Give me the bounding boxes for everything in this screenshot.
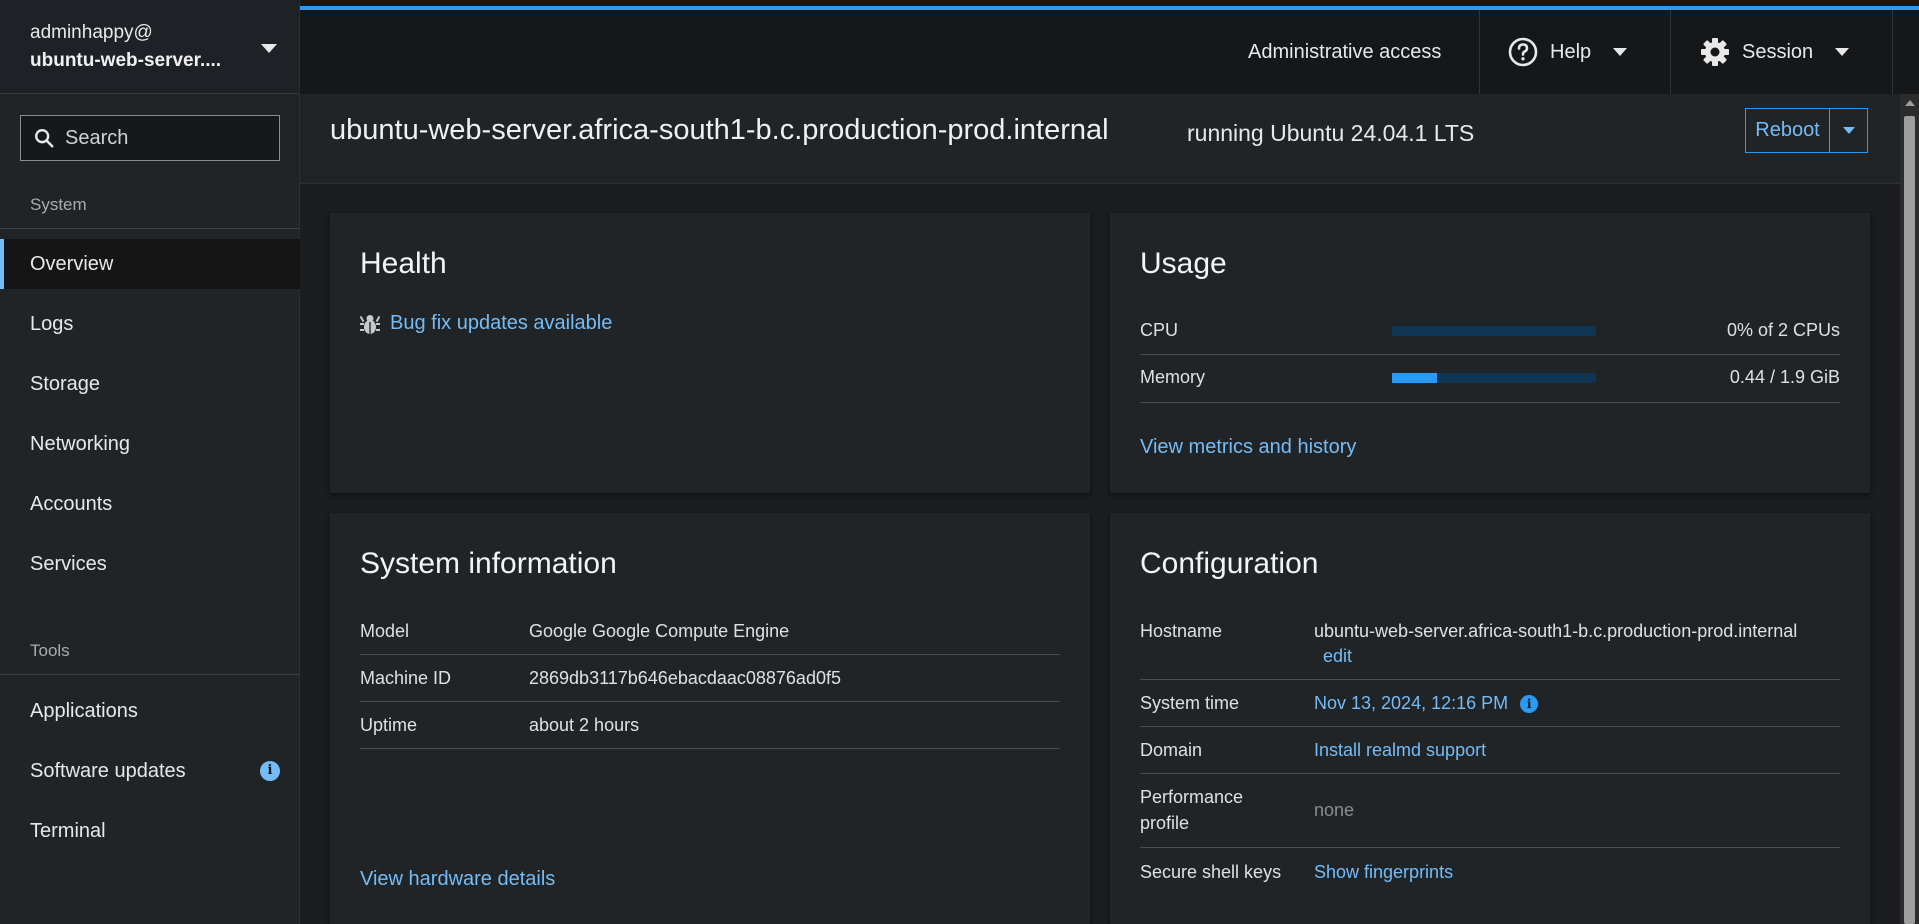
nav-divider xyxy=(0,228,300,229)
system-information-card: System information Model Google Google C… xyxy=(330,513,1090,924)
sidebar-item-software-updates[interactable]: Software updates i xyxy=(0,746,300,796)
masthead-accent xyxy=(300,6,1919,10)
updates-available-row: Bug fix updates available xyxy=(360,312,612,335)
row-divider xyxy=(360,748,1060,749)
search-input[interactable] xyxy=(65,126,265,150)
hostname-value: ubuntu-web-server.africa-south1-b.c.prod… xyxy=(1314,621,1798,641)
model-label: Model xyxy=(360,621,410,641)
show-fingerprints-link[interactable]: Show fingerprints xyxy=(1314,862,1453,883)
session-button[interactable]: Session xyxy=(1700,10,1850,94)
scroll-thumb[interactable] xyxy=(1904,116,1915,924)
row-divider xyxy=(1140,773,1840,774)
row-divider xyxy=(1140,679,1840,680)
host-user: adminhappy@ xyxy=(30,22,153,43)
memory-label: Memory xyxy=(1140,367,1206,387)
memory-usage-bar xyxy=(1392,373,1596,383)
masthead-divider xyxy=(1479,10,1480,94)
app-root: adminhappy@ ubuntu-web-server.... System… xyxy=(0,0,1919,924)
usage-title: Usage xyxy=(1140,247,1227,280)
search-box[interactable] xyxy=(20,115,280,161)
cpu-usage-bar xyxy=(1392,326,1596,336)
memory-usage-fill xyxy=(1392,373,1437,383)
sidebar-item-terminal[interactable]: Terminal xyxy=(0,806,300,856)
model-value: Google Google Compute Engine xyxy=(529,621,790,641)
hostname-edit-link[interactable]: edit xyxy=(1323,646,1352,667)
sidebar-item-services[interactable]: Services xyxy=(0,539,300,589)
nav-section-system: System xyxy=(30,195,87,214)
sidebar-item-overview[interactable]: Overview xyxy=(0,239,300,289)
nav-section-tools: Tools xyxy=(30,641,70,660)
view-hardware-details-link[interactable]: View hardware details xyxy=(360,868,555,891)
sidebar-item-label: Software updates xyxy=(30,760,186,782)
gear-icon xyxy=(1701,38,1729,66)
uptime-label: Uptime xyxy=(360,715,418,735)
system-time-link[interactable]: Nov 13, 2024, 12:16 PM xyxy=(1314,693,1508,714)
row-divider xyxy=(360,701,1060,702)
system-time-label: System time xyxy=(1140,693,1240,713)
row-divider xyxy=(360,654,1060,655)
sidebar: adminhappy@ ubuntu-web-server.... System… xyxy=(0,0,300,924)
sidebar-item-networking[interactable]: Networking xyxy=(0,419,300,469)
reboot-split-button: Reboot xyxy=(1745,108,1868,153)
row-divider xyxy=(1140,726,1840,727)
host-switcher[interactable]: adminhappy@ ubuntu-web-server.... xyxy=(0,0,299,94)
cpu-value: 0% of 2 CPUs xyxy=(1726,320,1840,340)
configuration-title: Configuration xyxy=(1140,547,1319,580)
install-realmd-link[interactable]: Install realmd support xyxy=(1314,740,1486,761)
system-time-row: Nov 13, 2024, 12:16 PM i xyxy=(1314,693,1539,714)
hostname-label: Hostname xyxy=(1140,621,1223,641)
system-information-title: System information xyxy=(360,547,617,580)
memory-value: 0.44 / 1.9 GiB xyxy=(1729,367,1840,387)
row-divider xyxy=(1140,354,1840,355)
help-button[interactable]: Help xyxy=(1508,10,1628,94)
administrative-access-button[interactable]: Administrative access xyxy=(1248,10,1441,94)
sidebar-item-logs[interactable]: Logs xyxy=(0,299,300,349)
reboot-menu-toggle[interactable] xyxy=(1829,109,1867,152)
masthead-divider xyxy=(1892,10,1893,94)
chevron-down-icon xyxy=(1613,48,1628,56)
os-subtitle: running Ubuntu 24.04.1 LTS xyxy=(1187,120,1475,146)
uptime-value: about 2 hours xyxy=(529,715,640,735)
health-card: Health Bug fix updates available xyxy=(330,213,1090,493)
machine-id-label: Machine ID xyxy=(360,668,452,688)
health-title: Health xyxy=(360,247,447,280)
domain-label: Domain xyxy=(1140,740,1203,760)
help-icon xyxy=(1508,37,1538,67)
bug-icon xyxy=(360,314,380,334)
masthead-divider xyxy=(1670,10,1671,94)
nav-divider xyxy=(0,674,300,675)
chevron-down-icon xyxy=(1835,48,1850,56)
host-name: ubuntu-web-server.... xyxy=(30,50,222,71)
page-title: ubuntu-web-server.africa-south1-b.c.prod… xyxy=(330,114,1109,146)
info-icon: i xyxy=(260,761,280,781)
usage-card: Usage CPU 0% of 2 CPUs Memory 0.44 / 1.9… xyxy=(1110,213,1870,493)
view-metrics-link[interactable]: View metrics and history xyxy=(1140,436,1356,459)
reboot-button[interactable]: Reboot xyxy=(1746,109,1829,152)
sidebar-item-accounts[interactable]: Accounts xyxy=(0,479,300,529)
main-scrollbar[interactable] xyxy=(1900,94,1919,924)
chevron-down-icon[interactable] xyxy=(261,44,277,53)
session-label: Session xyxy=(1742,40,1814,63)
performance-profile-label-line1: Performance xyxy=(1140,787,1244,807)
row-divider xyxy=(1140,402,1840,403)
help-label: Help xyxy=(1550,40,1592,63)
administrative-access-label: Administrative access xyxy=(1248,40,1442,63)
sidebar-item-storage[interactable]: Storage xyxy=(0,359,300,409)
ssh-keys-label: Secure shell keys xyxy=(1140,862,1282,882)
configuration-card: Configuration Hostname ubuntu-web-server… xyxy=(1110,513,1870,924)
info-icon[interactable]: i xyxy=(1520,694,1539,713)
machine-id-value: 2869db3117b646ebacdaac08876ad0f5 xyxy=(529,668,841,688)
cpu-label: CPU xyxy=(1140,320,1179,340)
sidebar-item-applications[interactable]: Applications xyxy=(0,686,300,736)
page-header: ubuntu-web-server.africa-south1-b.c.prod… xyxy=(300,94,1900,184)
row-divider xyxy=(1140,847,1840,848)
search-icon xyxy=(35,129,54,148)
masthead: Administrative access Help Session xyxy=(300,0,1919,94)
chevron-down-icon xyxy=(1842,127,1855,134)
bug-fix-updates-link[interactable]: Bug fix updates available xyxy=(390,312,612,335)
performance-profile-value[interactable]: none xyxy=(1314,800,1354,821)
performance-profile-label-line2: profile xyxy=(1140,813,1190,833)
scroll-up-arrow-icon[interactable] xyxy=(1905,100,1915,106)
